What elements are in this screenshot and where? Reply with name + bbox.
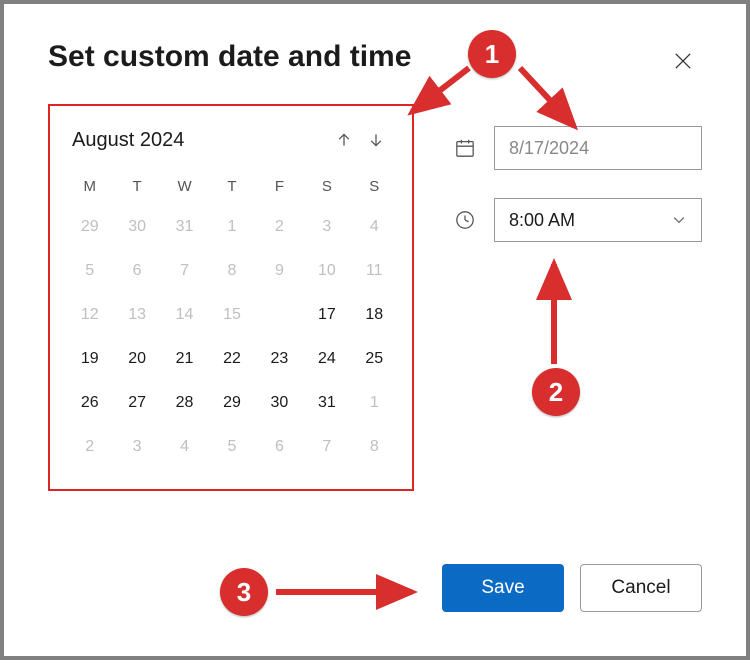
calendar-dow: F xyxy=(256,170,303,205)
cancel-button[interactable]: Cancel xyxy=(580,564,702,612)
calendar-next-button[interactable] xyxy=(360,124,392,156)
calendar-day[interactable]: 2 xyxy=(256,205,303,249)
calendar-day[interactable]: 5 xyxy=(208,425,255,469)
calendar-month-label[interactable]: August 2024 xyxy=(72,129,328,152)
calendar-icon xyxy=(452,135,478,161)
calendar-dow: T xyxy=(208,170,255,205)
calendar-day[interactable]: 3 xyxy=(113,425,160,469)
chevron-down-icon xyxy=(671,212,687,228)
time-field-row: 8:00 AM xyxy=(452,198,702,242)
arrow-up-icon xyxy=(336,132,352,148)
calendar-day[interactable]: 21 xyxy=(161,337,208,381)
calendar-day[interactable]: 22 xyxy=(208,337,255,381)
calendar-day[interactable]: 8 xyxy=(208,249,255,293)
clock-icon xyxy=(452,207,478,233)
arrow-down-icon xyxy=(368,132,384,148)
calendar-day[interactable]: 7 xyxy=(161,249,208,293)
calendar-day[interactable]: 1 xyxy=(351,381,398,425)
calendar-day[interactable]: 12 xyxy=(66,293,113,337)
calendar-grid: MTWTFSS293031123456789101112131415161718… xyxy=(66,170,398,469)
calendar-header: August 2024 xyxy=(66,124,398,156)
calendar-dow: S xyxy=(303,170,350,205)
calendar-day[interactable]: 28 xyxy=(161,381,208,425)
calendar-day[interactable]: 3 xyxy=(303,205,350,249)
date-input[interactable] xyxy=(494,126,702,170)
calendar-day[interactable]: 23 xyxy=(256,337,303,381)
calendar-day[interactable]: 14 xyxy=(161,293,208,337)
main-row: August 2024 MTWTFSS293031123456789101112… xyxy=(48,104,706,491)
calendar-day[interactable]: 29 xyxy=(66,205,113,249)
calendar-day[interactable]: 6 xyxy=(113,249,160,293)
calendar-day[interactable]: 29 xyxy=(208,381,255,425)
close-icon xyxy=(674,52,692,70)
calendar-prev-button[interactable] xyxy=(328,124,360,156)
calendar-day[interactable]: 18 xyxy=(351,293,398,337)
calendar-day[interactable]: 1 xyxy=(208,205,255,249)
calendar-day[interactable]: 30 xyxy=(256,381,303,425)
calendar-day[interactable]: 25 xyxy=(351,337,398,381)
calendar-day[interactable]: 13 xyxy=(113,293,160,337)
calendar-dow: S xyxy=(351,170,398,205)
calendar-day[interactable]: 6 xyxy=(256,425,303,469)
calendar-dow: T xyxy=(113,170,160,205)
calendar-day[interactable]: 7 xyxy=(303,425,350,469)
calendar-dow: M xyxy=(66,170,113,205)
calendar-day[interactable]: 10 xyxy=(303,249,350,293)
calendar-day[interactable]: 8 xyxy=(351,425,398,469)
dialog-footer: Save Cancel xyxy=(442,564,702,612)
calendar-day[interactable]: 9 xyxy=(256,249,303,293)
calendar-day[interactable]: 16 xyxy=(256,293,303,337)
calendar-day[interactable]: 24 xyxy=(303,337,350,381)
calendar: August 2024 MTWTFSS293031123456789101112… xyxy=(48,104,414,491)
calendar-day[interactable]: 4 xyxy=(351,205,398,249)
calendar-day[interactable]: 17 xyxy=(303,293,350,337)
time-select[interactable]: 8:00 AM xyxy=(494,198,702,242)
close-button[interactable] xyxy=(668,46,698,76)
calendar-day[interactable]: 31 xyxy=(303,381,350,425)
time-select-value: 8:00 AM xyxy=(509,210,575,231)
calendar-day[interactable]: 27 xyxy=(113,381,160,425)
date-field-row xyxy=(452,126,702,170)
calendar-day[interactable]: 15 xyxy=(208,293,255,337)
save-button[interactable]: Save xyxy=(442,564,564,612)
calendar-day[interactable]: 5 xyxy=(66,249,113,293)
dialog-title: Set custom date and time xyxy=(48,40,706,74)
datetime-fields: 8:00 AM xyxy=(452,104,702,270)
annotation-badge-3: 3 xyxy=(220,568,268,616)
set-datetime-dialog: Set custom date and time August 2024 MTW… xyxy=(4,4,746,656)
calendar-day[interactable]: 2 xyxy=(66,425,113,469)
calendar-day[interactable]: 31 xyxy=(161,205,208,249)
calendar-day[interactable]: 26 xyxy=(66,381,113,425)
calendar-day[interactable]: 20 xyxy=(113,337,160,381)
calendar-day[interactable]: 30 xyxy=(113,205,160,249)
calendar-day[interactable]: 11 xyxy=(351,249,398,293)
calendar-dow: W xyxy=(161,170,208,205)
calendar-day[interactable]: 4 xyxy=(161,425,208,469)
calendar-day[interactable]: 19 xyxy=(66,337,113,381)
